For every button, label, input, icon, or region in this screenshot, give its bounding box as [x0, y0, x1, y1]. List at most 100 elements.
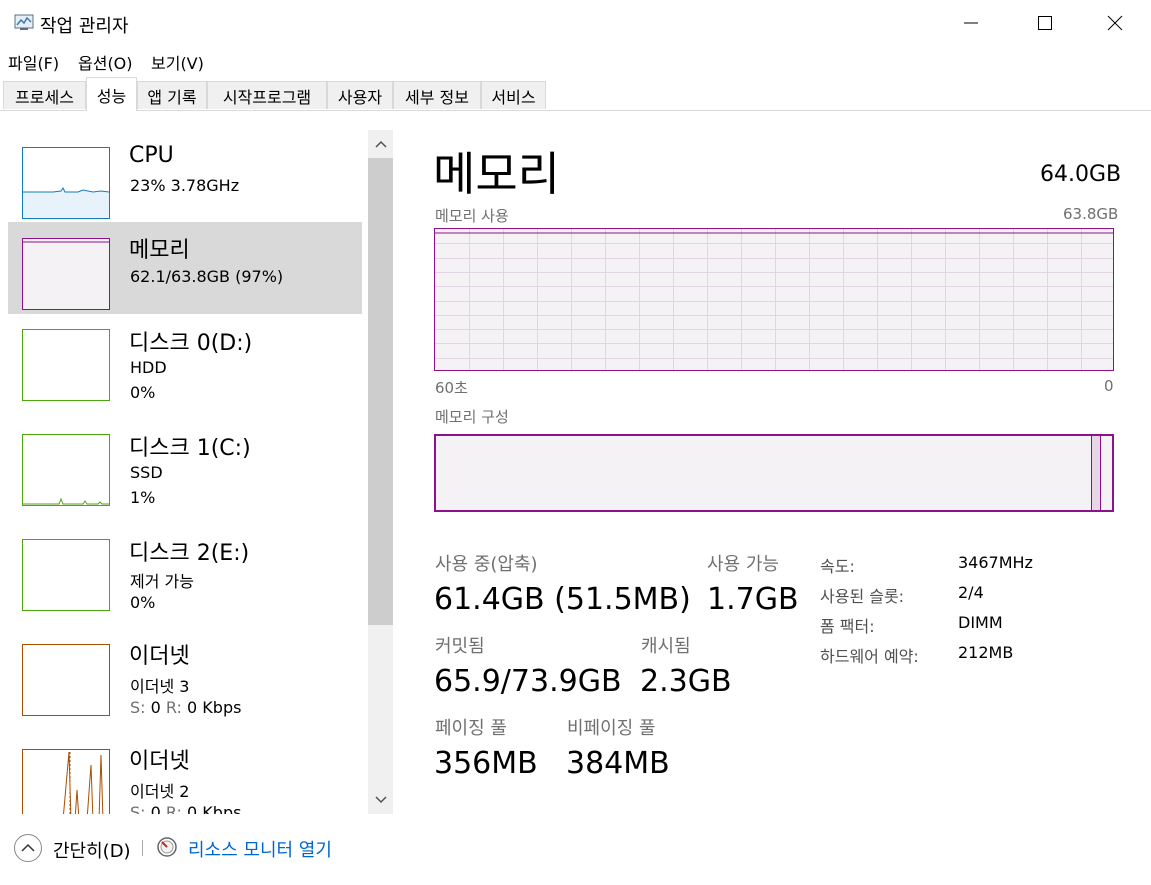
- total-memory: 64.0GB: [1040, 162, 1122, 187]
- open-resource-monitor-link[interactable]: 리소스 모니터 열기: [188, 836, 332, 862]
- sidebar-item-throughput: S: 0 R: 0 Kbps: [130, 803, 241, 814]
- performance-sidebar: CPU 23% 3.78GHz 메모리 62.1/63.8GB (97%) 디스…: [0, 111, 394, 814]
- sidebar-item-memory[interactable]: 메모리 62.1/63.8GB (97%): [8, 222, 362, 314]
- sidebar-item-title: 디스크 0(D:): [129, 331, 253, 356]
- menu-view[interactable]: 보기(V): [151, 50, 204, 74]
- sidebar-item-title: 이더넷: [129, 749, 190, 774]
- scrollbar-thumb[interactable]: [368, 158, 393, 625]
- available-value: 1.7GB: [707, 582, 799, 617]
- sidebar-item-title: 메모리: [129, 238, 190, 263]
- memory-thumbnail-graph: [22, 238, 110, 310]
- menu-options[interactable]: 옵션(O): [78, 50, 133, 74]
- scroll-down-button[interactable]: [368, 790, 393, 810]
- maximize-button[interactable]: [1022, 0, 1068, 46]
- sidebar-item-detail: 0%: [130, 383, 156, 402]
- slots-used-label: 사용된 슬롯:: [820, 587, 905, 606]
- sidebar-item-disk-1[interactable]: 디스크 1(C:) SSD 1%: [8, 420, 362, 512]
- tab-app-history[interactable]: 앱 기록: [137, 81, 207, 109]
- committed-label: 커밋됨: [435, 636, 485, 657]
- tab-details[interactable]: 세부 정보: [393, 81, 481, 109]
- sidebar-item-adapter: 이더넷 3: [130, 677, 190, 696]
- chevron-down-icon: [374, 796, 387, 804]
- sidebar-item-detail: 1%: [130, 488, 156, 507]
- sidebar-item-detail: 23% 3.78GHz: [130, 176, 240, 195]
- sidebar-item-detail: 62.1/63.8GB (97%): [130, 267, 284, 286]
- usage-graph-label: 메모리 사용: [435, 207, 509, 225]
- hardware-reserved-label: 하드웨어 예약:: [820, 647, 919, 666]
- tab-startup[interactable]: 시작프로그램: [207, 81, 327, 109]
- task-manager-app-icon: [14, 12, 34, 32]
- disk-2-thumbnail-graph: [22, 539, 110, 611]
- footer-divider: [142, 840, 143, 856]
- send-label: S:: [130, 698, 146, 717]
- ethernet-2-thumbnail-graph: [22, 749, 110, 814]
- in-use-value: 61.4GB (51.5MB): [434, 582, 691, 617]
- sidebar-item-disk-0[interactable]: 디스크 0(D:) HDD 0%: [8, 315, 362, 407]
- minimize-icon: [964, 22, 978, 24]
- chevron-up-icon: [374, 140, 387, 148]
- tab-performance[interactable]: 성능: [86, 77, 137, 111]
- sidebar-item-ethernet-3[interactable]: 이더넷 이더넷 3 S: 0 R: 0 Kbps: [8, 630, 362, 722]
- fewer-details-link[interactable]: 간단히(D): [53, 837, 131, 863]
- paged-pool-value: 356MB: [434, 746, 538, 781]
- sidebar-item-title: CPU: [129, 143, 174, 168]
- sidebar-item-disk-2[interactable]: 디스크 2(E:) 제거 가능 0%: [8, 525, 362, 617]
- slots-used-value: 2/4: [958, 583, 984, 602]
- send-label: S:: [130, 803, 146, 814]
- hardware-reserved-value: 212MB: [958, 643, 1014, 662]
- composition-label: 메모리 구성: [435, 408, 509, 426]
- sidebar-item-cpu[interactable]: CPU 23% 3.78GHz: [8, 131, 362, 223]
- disk-0-thumbnail-graph: [22, 329, 110, 401]
- maximize-icon: [1038, 16, 1052, 30]
- sidebar-item-type: HDD: [130, 358, 167, 377]
- graph-axis-right-label: 0: [1104, 377, 1114, 395]
- send-value: 0: [150, 698, 161, 717]
- composition-segment-divider: [1100, 436, 1101, 510]
- speed-label: 속도:: [820, 557, 855, 576]
- close-button[interactable]: [1092, 0, 1138, 46]
- tab-services[interactable]: 서비스: [481, 81, 546, 109]
- in-use-label: 사용 중(압축): [435, 554, 538, 575]
- tab-users[interactable]: 사용자: [327, 81, 393, 109]
- tab-bar: 프로세스 성능 앱 기록 시작프로그램 사용자 세부 정보 서비스: [0, 77, 1151, 111]
- page-title: 메모리: [433, 147, 560, 201]
- speed-value: 3467MHz: [958, 553, 1033, 572]
- cached-value: 2.3GB: [640, 664, 732, 699]
- send-value: 0: [150, 803, 161, 814]
- receive-label: R:: [165, 803, 182, 814]
- sidebar-item-type: 제거 가능: [130, 572, 194, 591]
- nonpaged-pool-label: 비페이징 풀: [567, 718, 656, 739]
- sidebar-item-detail: 0%: [130, 593, 156, 612]
- sidebar-item-throughput: S: 0 R: 0 Kbps: [130, 698, 241, 717]
- receive-label: R:: [165, 698, 182, 717]
- memory-usage-graph: [434, 228, 1114, 371]
- tab-processes[interactable]: 프로세스: [3, 81, 86, 109]
- chevron-up-icon: [21, 843, 35, 852]
- nonpaged-pool-value: 384MB: [566, 746, 670, 781]
- paged-pool-label: 페이징 풀: [435, 718, 507, 739]
- scroll-up-button[interactable]: [368, 134, 393, 154]
- sidebar-item-title: 디스크 2(E:): [129, 541, 250, 566]
- composition-modified-segment: [1092, 436, 1100, 510]
- usage-graph-max: 63.8GB: [1063, 205, 1119, 223]
- cpu-thumbnail-graph: [22, 147, 110, 219]
- sidebar-item-type: SSD: [130, 463, 163, 482]
- close-icon: [1107, 15, 1123, 31]
- menu-file[interactable]: 파일(F): [8, 50, 59, 74]
- sidebar-item-title: 디스크 1(C:): [129, 436, 251, 461]
- receive-value: 0 Kbps: [187, 698, 242, 717]
- cached-label: 캐시됨: [641, 636, 691, 657]
- sidebar-item-title: 이더넷: [129, 644, 190, 669]
- available-label: 사용 가능: [707, 554, 779, 575]
- minimize-button[interactable]: [948, 0, 994, 46]
- menu-bar: 파일(F) 옵션(O) 보기(V): [0, 47, 1151, 73]
- graph-axis-left-label: 60초: [435, 379, 468, 397]
- window-title: 작업 관리자: [40, 16, 129, 37]
- fewer-details-button[interactable]: [14, 834, 42, 862]
- sidebar-item-ethernet-2[interactable]: 이더넷 이더넷 2 S: 0 R: 0 Kbps: [8, 735, 362, 814]
- resource-monitor-icon[interactable]: [156, 836, 178, 858]
- memory-composition-bar: [434, 434, 1114, 512]
- form-factor-value: DIMM: [958, 613, 1003, 632]
- ethernet-3-thumbnail-graph: [22, 644, 110, 716]
- disk-1-thumbnail-graph: [22, 434, 110, 506]
